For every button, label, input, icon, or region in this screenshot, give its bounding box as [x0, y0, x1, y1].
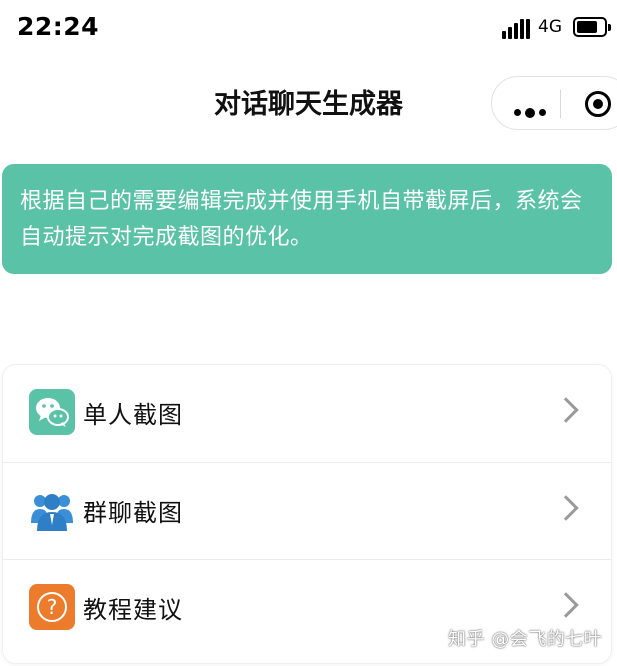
- menu-item-single-screenshot[interactable]: 单人截图: [3, 365, 611, 461]
- signal-strength-icon: [502, 17, 530, 39]
- feature-menu: 单人截图 群聊截图 ? 教程建议: [2, 364, 612, 664]
- status-time: 22:24: [17, 12, 100, 41]
- battery-icon: [573, 17, 611, 37]
- watermark: 知乎 @会飞的七叶: [448, 629, 603, 650]
- chevron-right-icon: [553, 495, 579, 521]
- menu-item-label: 教程建议: [83, 596, 183, 624]
- menu-item-group-screenshot[interactable]: 群聊截图: [3, 462, 611, 558]
- chevron-right-icon: [553, 592, 579, 618]
- capsule-divider: [560, 90, 561, 118]
- more-options-icon[interactable]: [514, 102, 550, 121]
- wechat-chat-icon: [29, 389, 75, 435]
- network-type: 4G: [538, 17, 562, 37]
- close-mini-program-icon[interactable]: [585, 91, 611, 117]
- group-users-icon: [29, 487, 75, 533]
- status-bar: 22:24 4G: [0, 0, 617, 56]
- menu-item-label: 单人截图: [83, 401, 183, 429]
- question-icon: ?: [29, 584, 75, 630]
- notice-banner: 根据自己的需要编辑完成并使用手机自带截屏后，系统会自动提示对完成截图的优化。: [2, 164, 612, 274]
- chevron-right-icon: [553, 397, 579, 423]
- mini-program-capsule: [491, 76, 617, 130]
- menu-item-label: 群聊截图: [83, 499, 183, 527]
